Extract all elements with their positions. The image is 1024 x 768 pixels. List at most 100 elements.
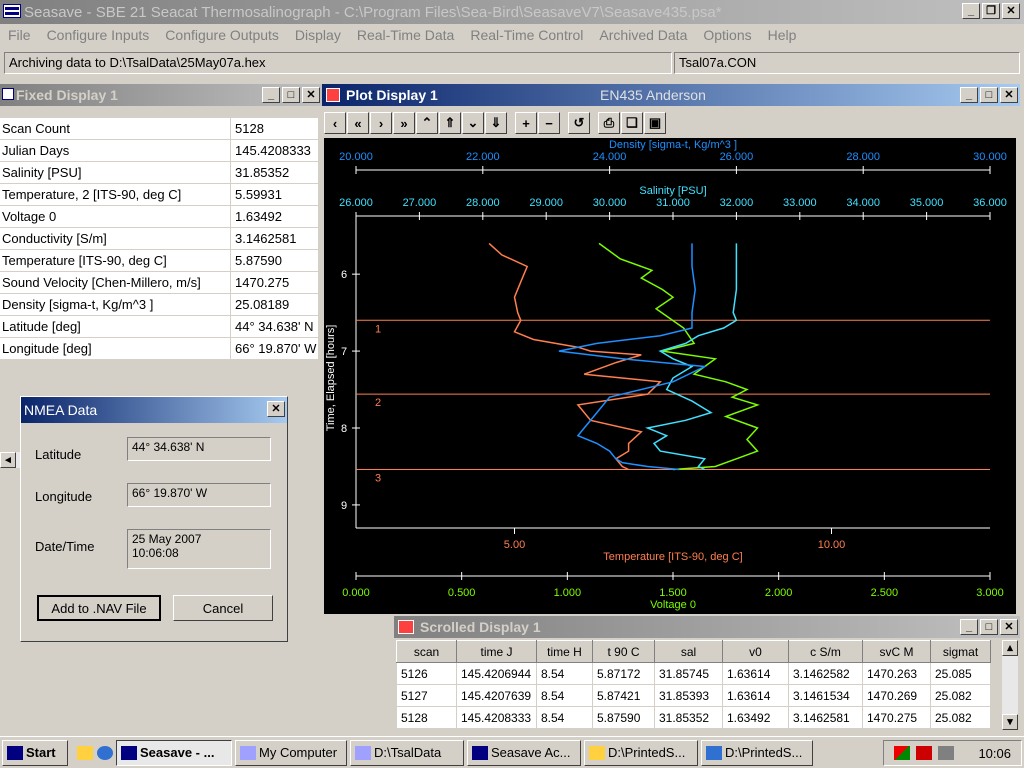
- voltage-series-line: [598, 242, 760, 471]
- plot-display-subtitle: EN435 Anderson: [600, 87, 706, 103]
- cancel-button[interactable]: Cancel: [173, 595, 273, 621]
- minimize-button[interactable]: _: [960, 87, 978, 103]
- column-header[interactable]: sigmat: [930, 640, 991, 663]
- fixed-row-value: 5.59931: [230, 184, 318, 205]
- double-left-arrow-icon[interactable]: «: [347, 112, 369, 134]
- scroll-up-arrow-icon[interactable]: ▴: [1002, 640, 1018, 656]
- salinity-tick-label: 27.000: [403, 197, 437, 209]
- undo-icon[interactable]: ↺: [568, 112, 590, 134]
- first-arrow-icon[interactable]: ‹: [324, 112, 346, 134]
- zoom-in-icon[interactable]: +: [515, 112, 537, 134]
- ts-plot-chart[interactable]: Density [sigma-t, Kg/m^3 ]20.000 22.000 24…: [324, 138, 1016, 614]
- fixed-display-row: Latitude [deg] 44° 34.638' N: [0, 316, 318, 338]
- scroll-down-arrow-icon[interactable]: ▾: [1002, 714, 1018, 730]
- right-arrow-icon[interactable]: ›: [370, 112, 392, 134]
- menu-help[interactable]: Help: [760, 27, 805, 43]
- salinity-tick-label: 36.000: [973, 197, 1007, 209]
- voltage-tick-label: 1.000: [554, 587, 582, 599]
- taskbar-item-printeds-2[interactable]: D:\PrintedS...: [701, 739, 813, 766]
- print-icon[interactable]: ⎙: [598, 112, 620, 134]
- taskbar-item-printeds-1[interactable]: D:\PrintedS...: [584, 739, 698, 766]
- copy-icon[interactable]: ❏: [621, 112, 643, 134]
- datetime-label: Date/Time: [35, 539, 95, 554]
- taskbar-item-label: D:\PrintedS...: [725, 745, 803, 760]
- taskbar-item-tsaldata[interactable]: D:\TsalData: [350, 739, 464, 766]
- minimize-button[interactable]: _: [960, 619, 978, 635]
- menu-real-time-data[interactable]: Real-Time Data: [349, 27, 463, 43]
- column-header[interactable]: c S/m: [788, 640, 863, 663]
- up-arrow-icon[interactable]: ⌃: [416, 112, 438, 134]
- taskbar-item-my-computer[interactable]: My Computer: [235, 739, 347, 766]
- table-cell: 25.082: [930, 706, 991, 729]
- density-series-line: [558, 243, 708, 471]
- table-cell: 8.54: [536, 662, 593, 685]
- column-header[interactable]: v0: [722, 640, 789, 663]
- column-header[interactable]: time J: [456, 640, 537, 663]
- main-window-title: Seasave - SBE 21 Seacat Thermosalinograp…: [24, 3, 722, 21]
- fixed-row-label: Sound Velocity [Chen-Millero, m/s]: [0, 272, 230, 293]
- date-value: 25 May 2007: [132, 532, 202, 546]
- table-cell: 1.63614: [722, 684, 789, 707]
- time-value: 10:06:08: [132, 546, 179, 560]
- printer-tray-icon[interactable]: [938, 746, 955, 760]
- double-down-arrow-icon[interactable]: ⇓: [485, 112, 507, 134]
- close-button[interactable]: ✕: [267, 401, 285, 417]
- double-up-arrow-icon[interactable]: ⇑: [439, 112, 461, 134]
- table-cell: 3.1462582: [788, 662, 863, 685]
- maximize-button[interactable]: □: [282, 87, 300, 103]
- antivirus-tray-icon[interactable]: [916, 746, 933, 760]
- nmea-dialog: NMEA Data ✕ Latitude 44° 34.638' N Longi…: [20, 396, 288, 642]
- close-button[interactable]: ✕: [302, 87, 320, 103]
- column-header[interactable]: t 90 C: [592, 640, 655, 663]
- maximize-button[interactable]: □: [980, 619, 998, 635]
- down-arrow-icon[interactable]: ⌄: [462, 112, 484, 134]
- desktop-icon[interactable]: [77, 745, 93, 760]
- table-cell: 31.85745: [654, 662, 723, 685]
- scrolled-window-icon: [398, 620, 414, 634]
- table-row: 5128 145.4208333 8.54 5.87590 31.85352 1.6349…: [396, 706, 991, 729]
- close-button[interactable]: ✕: [1002, 3, 1020, 19]
- menu-archived-data[interactable]: Archived Data: [591, 27, 695, 43]
- minimize-button[interactable]: _: [962, 3, 980, 19]
- zoom-out-icon[interactable]: −: [538, 112, 560, 134]
- add-to-nav-file-button[interactable]: Add to .NAV File: [37, 595, 161, 621]
- start-button[interactable]: Start: [2, 739, 68, 766]
- menu-real-time-control[interactable]: Real-Time Control: [462, 27, 591, 43]
- time-tick-label: 6: [341, 269, 347, 281]
- voltage-tick-label: 0.500: [448, 587, 476, 599]
- restore-button[interactable]: ❐: [982, 3, 1000, 19]
- menu-options[interactable]: Options: [695, 27, 759, 43]
- save-icon[interactable]: ▣: [644, 112, 666, 134]
- scroll-left-arrow-icon[interactable]: ◂: [0, 452, 16, 468]
- menu-display[interactable]: Display: [287, 27, 349, 43]
- double-right-arrow-icon[interactable]: »: [393, 112, 415, 134]
- close-button[interactable]: ✕: [1000, 87, 1018, 103]
- fixed-row-value: 5.87590: [230, 250, 318, 271]
- menu-configure-inputs[interactable]: Configure Inputs: [39, 27, 158, 43]
- maximize-button[interactable]: □: [980, 87, 998, 103]
- temperature-tick-label: 5.00: [504, 539, 525, 551]
- table-cell: 25.085: [930, 662, 991, 685]
- column-header[interactable]: time H: [536, 640, 593, 663]
- time-tick-label: 9: [341, 500, 347, 512]
- fixed-row-value: 145.4208333: [230, 140, 318, 161]
- column-header[interactable]: scan: [396, 640, 457, 663]
- internet-explorer-icon[interactable]: [97, 745, 113, 760]
- taskbar-item-label: Seasave Ac...: [491, 745, 571, 760]
- column-header[interactable]: svC M: [862, 640, 931, 663]
- longitude-field: 66° 19.870' W: [127, 483, 271, 507]
- close-button[interactable]: ✕: [1000, 619, 1018, 635]
- menu-file[interactable]: File: [0, 27, 39, 43]
- minimize-button[interactable]: _: [262, 87, 280, 103]
- fixed-display-row: Voltage 0 1.63492: [0, 206, 318, 228]
- scrolled-display-window: Scrolled Display 1 _ □ ✕ scan time Jtime …: [394, 616, 1020, 732]
- event-marker-label: 3: [375, 473, 381, 485]
- menu-configure-outputs[interactable]: Configure Outputs: [157, 27, 287, 43]
- table-cell: 25.082: [930, 684, 991, 707]
- network-tray-icon[interactable]: [894, 746, 911, 760]
- taskbar-item-seasave[interactable]: Seasave - ...: [116, 739, 232, 766]
- vertical-scrollbar[interactable]: ▴ ▾: [1002, 640, 1018, 730]
- con-file-status: Tsal07a.CON: [674, 52, 1020, 74]
- column-header[interactable]: sal: [654, 640, 723, 663]
- taskbar-item-seasave-ac[interactable]: Seasave Ac...: [467, 739, 581, 766]
